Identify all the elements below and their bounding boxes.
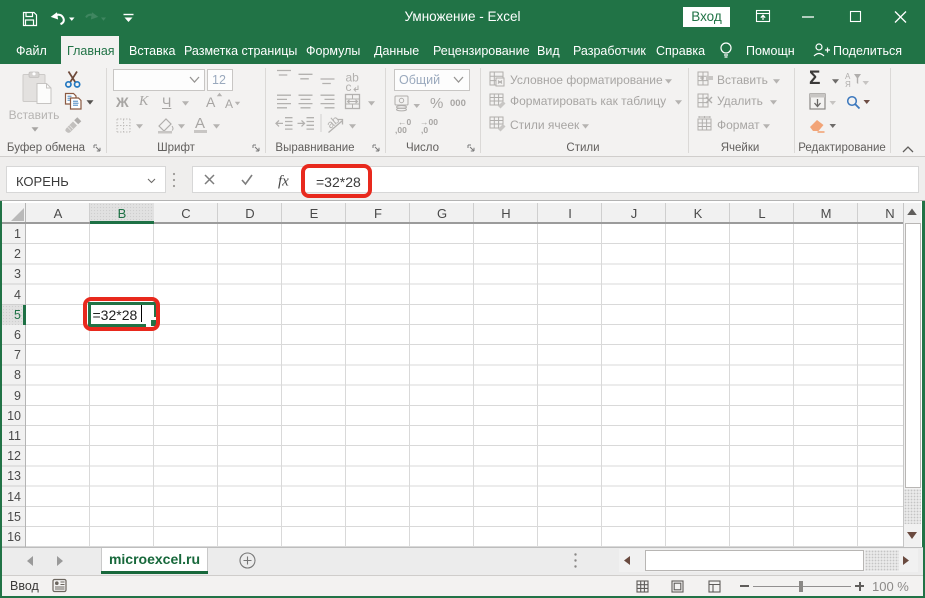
- svg-text:Я: Я: [845, 80, 851, 88]
- svg-text:fx: fx: [278, 174, 289, 190]
- svg-text:,0: ,0: [421, 125, 428, 135]
- svg-text:c: c: [346, 80, 352, 94]
- svg-text:%: %: [430, 95, 443, 112]
- svg-text:000: 000: [450, 98, 466, 109]
- svg-text:,00: ,00: [395, 125, 407, 135]
